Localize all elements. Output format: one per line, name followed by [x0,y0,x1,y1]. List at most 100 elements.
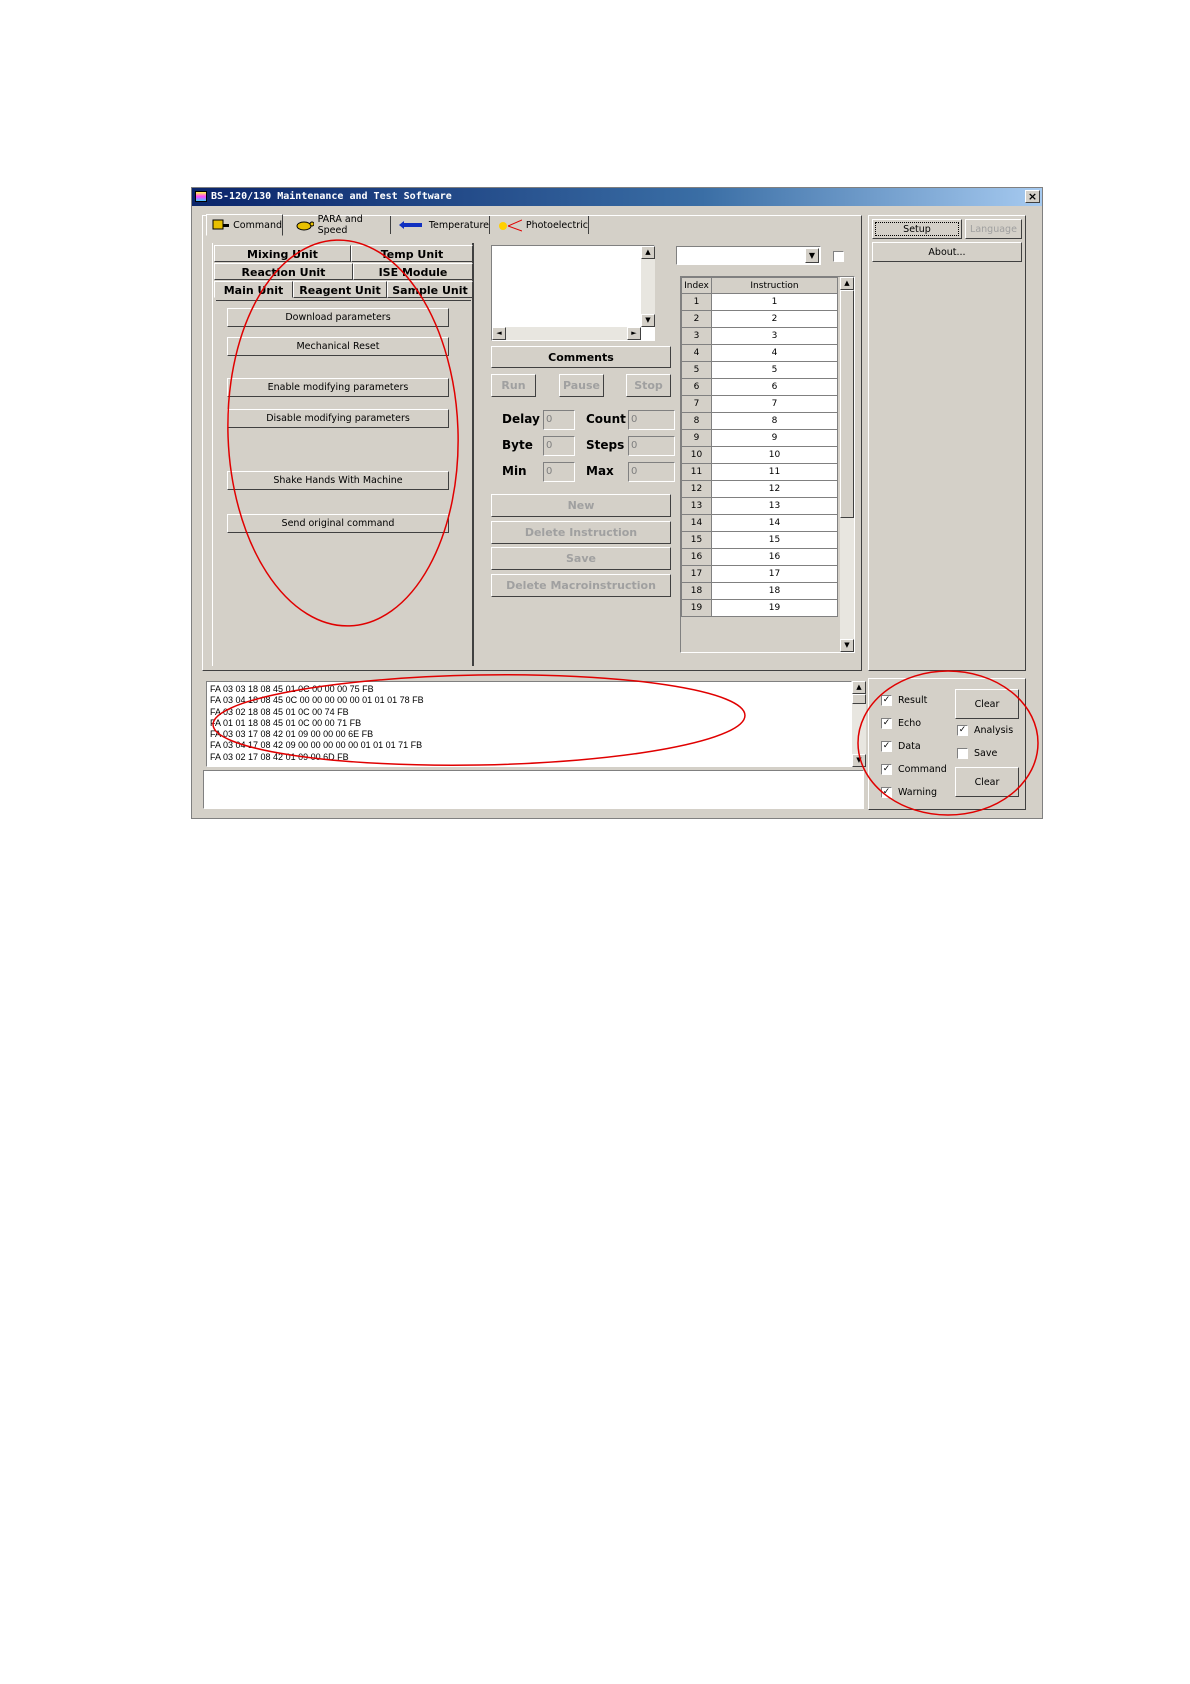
checkbox-box[interactable] [957,748,968,759]
row-instruction[interactable]: 12 [711,480,838,498]
row-instruction[interactable]: 2 [711,310,838,328]
scroll-thumb[interactable] [852,694,866,704]
log-output[interactable]: FA 03 03 18 08 45 01 0C 00 00 00 75 FB FA… [206,681,852,767]
new-button[interactable]: New [491,494,671,517]
result-checkbox[interactable]: ✓ Result [881,695,927,706]
row-instruction[interactable]: 13 [711,497,838,515]
data-checkbox[interactable]: ✓ Data [881,741,921,752]
close-button[interactable]: × [1025,190,1040,203]
count-field[interactable]: 0 [628,410,675,430]
scroll-left-icon[interactable]: ◄ [492,327,506,340]
language-button[interactable]: Language [965,219,1022,239]
send-original-command-button[interactable]: Send original command [227,514,449,533]
table-row[interactable]: 22 [681,310,838,328]
command-input[interactable] [203,770,864,809]
checkbox-box[interactable]: ✓ [881,787,892,798]
byte-field[interactable]: 0 [543,436,575,456]
warning-checkbox[interactable]: ✓ Warning [881,787,937,798]
table-row[interactable]: 55 [681,361,838,379]
scroll-right-icon[interactable]: ► [627,327,641,340]
tab-ise-module[interactable]: ISE Module [353,263,473,280]
checkbox-box[interactable]: ✓ [881,718,892,729]
table-row[interactable]: 88 [681,412,838,430]
steps-field[interactable]: 0 [628,436,675,456]
table-row[interactable]: 15 15 [681,531,838,549]
log-vscroll[interactable]: ▲ ▼ [852,681,866,767]
table-row[interactable]: 14 14 [681,514,838,532]
tab-mixing-unit[interactable]: Mixing Unit [214,245,351,262]
scroll-thumb[interactable] [840,290,854,518]
table-vscroll[interactable]: ▲ ▼ [840,277,854,652]
checkbox-box[interactable]: ✓ [881,695,892,706]
tab-command[interactable]: Command [206,214,283,236]
echo-checkbox[interactable]: ✓ Echo [881,718,921,729]
delete-macroinstruction-button[interactable]: Delete Macroinstruction [491,574,671,597]
checkbox-box[interactable]: ✓ [881,764,892,775]
table-row[interactable]: 99 [681,429,838,447]
scroll-down-icon[interactable]: ▼ [852,754,866,767]
scroll-up-icon[interactable]: ▲ [852,681,866,694]
macro-checkbox[interactable] [833,251,844,262]
scroll-up-icon[interactable]: ▲ [840,277,854,290]
delay-field[interactable]: 0 [543,410,575,430]
delete-instruction-button[interactable]: Delete Instruction [491,521,671,544]
row-instruction[interactable]: 8 [711,412,838,430]
row-instruction[interactable]: 17 [711,565,838,583]
scroll-down-icon[interactable]: ▼ [641,314,655,327]
mechanical-reset-button[interactable]: Mechanical Reset [227,337,449,356]
row-instruction[interactable]: 18 [711,582,838,600]
row-instruction[interactable]: 5 [711,361,838,379]
row-instruction[interactable]: 19 [711,599,838,617]
save-checkbox[interactable]: Save [957,748,997,759]
table-row[interactable]: 10 10 [681,446,838,464]
clear-result-button[interactable]: Clear [955,689,1019,719]
tab-temperature[interactable]: Temperature [395,216,490,234]
table-row[interactable]: 13 13 [681,497,838,515]
row-instruction[interactable]: 4 [711,344,838,362]
checkbox-box[interactable]: ✓ [881,741,892,752]
save-instruction-button[interactable]: Save [491,547,671,570]
table-row[interactable]: 33 [681,327,838,345]
tab-reaction-unit[interactable]: Reaction Unit [214,263,353,280]
row-instruction[interactable]: 1 [711,293,838,311]
tab-reagent-unit[interactable]: Reagent Unit [293,281,387,298]
min-field[interactable]: 0 [543,462,575,482]
tab-para-speed[interactable]: PARA and Speed [291,214,391,236]
pause-button[interactable]: Pause [559,374,604,397]
download-parameters-button[interactable]: Download parameters [227,308,449,327]
table-row[interactable]: 12 12 [681,480,838,498]
comments-vscroll[interactable]: ▲ ▼ [641,246,655,327]
shake-hands-button[interactable]: Shake Hands With Machine [227,471,449,490]
table-row[interactable]: 19 19 [681,599,838,617]
comments-hscroll[interactable]: ◄ ► [492,327,641,340]
max-field[interactable]: 0 [628,462,675,482]
setup-button[interactable]: Setup [872,219,962,239]
tab-temp-unit[interactable]: Temp Unit [351,245,473,262]
row-instruction[interactable]: 6 [711,378,838,396]
scroll-down-icon[interactable]: ▼ [840,639,854,652]
table-row[interactable]: 18 18 [681,582,838,600]
table-row[interactable]: 77 [681,395,838,413]
scroll-up-icon[interactable]: ▲ [641,246,655,259]
row-instruction[interactable]: 9 [711,429,838,447]
table-row[interactable]: 11 11 [681,463,838,481]
table-row[interactable]: 11 [681,293,838,311]
row-instruction[interactable]: 10 [711,446,838,464]
analysis-checkbox[interactable]: ✓ Analysis [957,725,1013,736]
comments-button[interactable]: Comments [491,346,671,368]
disable-modifying-button[interactable]: Disable modifying parameters [227,409,449,428]
table-row[interactable]: 44 [681,344,838,362]
table-row[interactable]: 66 [681,378,838,396]
row-instruction[interactable]: 16 [711,548,838,566]
table-row[interactable]: 16 16 [681,548,838,566]
row-instruction[interactable]: 14 [711,514,838,532]
run-button[interactable]: Run [491,374,536,397]
row-instruction[interactable]: 15 [711,531,838,549]
tab-main-unit[interactable]: Main Unit [214,281,293,298]
table-row[interactable]: 17 17 [681,565,838,583]
row-instruction[interactable]: 11 [711,463,838,481]
clear-log-button[interactable]: Clear [955,767,1019,797]
macro-select[interactable]: ▼ [676,246,821,265]
stop-button[interactable]: Stop [626,374,671,397]
row-instruction[interactable]: 7 [711,395,838,413]
